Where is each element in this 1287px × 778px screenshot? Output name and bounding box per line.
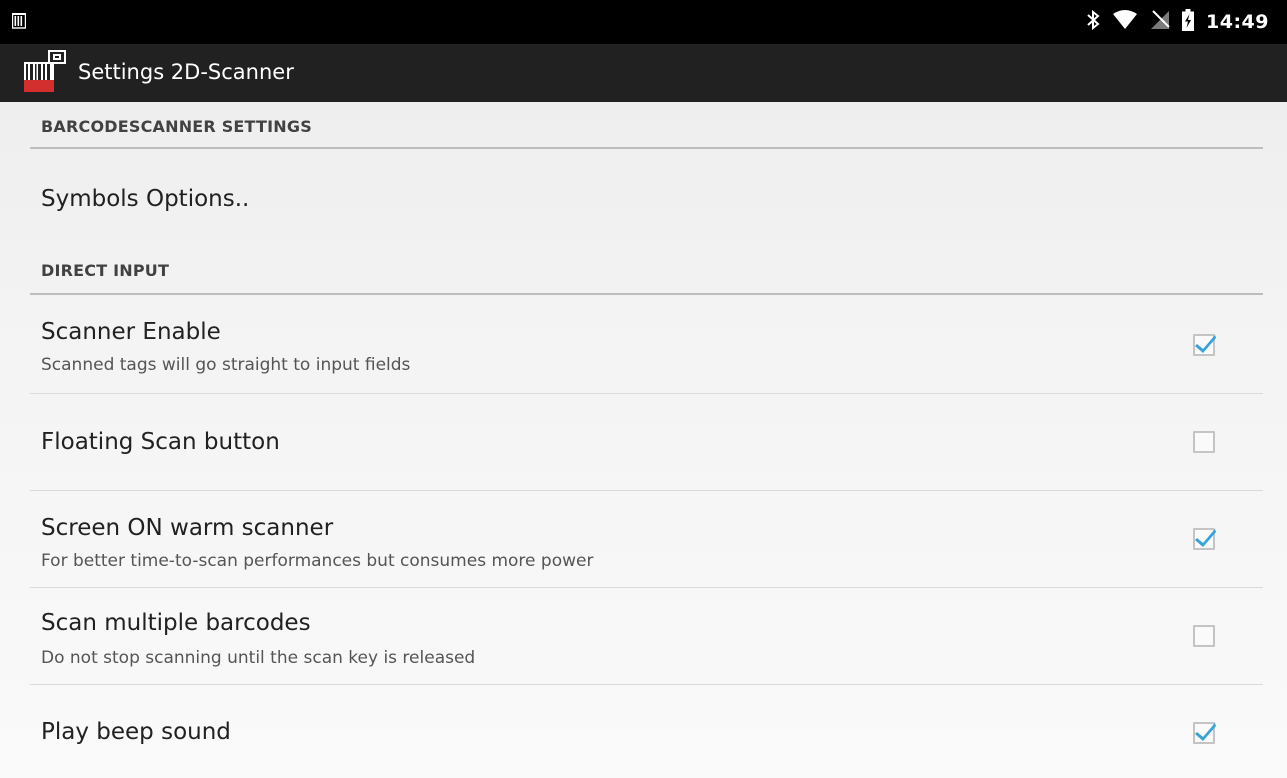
checkmark-icon bbox=[1195, 335, 1216, 353]
barcode-scanner-app-icon bbox=[24, 50, 72, 94]
app-title: Settings 2D-Scanner bbox=[78, 60, 294, 84]
category-header: DIRECT INPUT bbox=[41, 261, 170, 280]
status-icons: 14:49 bbox=[1086, 0, 1269, 44]
symbols-options-item[interactable]: Symbols Options.. bbox=[30, 149, 1263, 252]
pref-title: Play beep sound bbox=[41, 719, 231, 745]
action-bar: Settings 2D-Scanner bbox=[0, 44, 1287, 102]
pref-screen-on-warm-scanner[interactable]: Screen ON warm scanner For better time-t… bbox=[30, 491, 1263, 588]
pref-scan-multiple-barcodes[interactable]: Scan multiple barcodes Do not stop scann… bbox=[30, 588, 1263, 685]
notification-icon bbox=[11, 13, 27, 29]
wifi-icon bbox=[1112, 10, 1138, 34]
scanner-enable-checkbox[interactable] bbox=[1193, 334, 1216, 356]
category-direct-input: DIRECT INPUT bbox=[30, 252, 1263, 295]
pref-floating-scan-button[interactable]: Floating Scan button bbox=[30, 394, 1263, 491]
scan-multiple-barcodes-checkbox[interactable] bbox=[1193, 625, 1215, 647]
pref-summary: For better time-to-scan performances but… bbox=[41, 551, 594, 571]
checkmark-icon bbox=[1195, 723, 1216, 741]
pref-play-beep-sound[interactable]: Play beep sound bbox=[30, 685, 1263, 778]
battery-charging-icon bbox=[1182, 9, 1195, 35]
status-time: 14:49 bbox=[1206, 11, 1269, 33]
pref-title: Scan multiple barcodes bbox=[41, 610, 311, 636]
pref-title: Floating Scan button bbox=[41, 429, 280, 455]
bluetooth-icon bbox=[1086, 9, 1100, 34]
screen-on-warm-scanner-checkbox[interactable] bbox=[1193, 528, 1216, 550]
checkmark-icon bbox=[1195, 529, 1216, 547]
pref-title: Scanner Enable bbox=[41, 319, 221, 345]
floating-scan-button-checkbox[interactable] bbox=[1193, 431, 1215, 453]
pref-summary: Do not stop scanning until the scan key … bbox=[41, 648, 476, 668]
pref-title: Screen ON warm scanner bbox=[41, 515, 334, 541]
status-bar: 14:49 bbox=[0, 0, 1287, 44]
preferences-list: BARCODESCANNER SETTINGS Symbols Options.… bbox=[0, 102, 1287, 778]
pref-scanner-enable[interactable]: Scanner Enable Scanned tags will go stra… bbox=[30, 295, 1263, 394]
category-header: BARCODESCANNER SETTINGS bbox=[41, 117, 312, 136]
pref-title: Symbols Options.. bbox=[41, 186, 250, 212]
category-barcodescanner-settings: BARCODESCANNER SETTINGS bbox=[30, 102, 1263, 149]
play-beep-sound-checkbox[interactable] bbox=[1193, 722, 1216, 744]
pref-summary: Scanned tags will go straight to input f… bbox=[41, 355, 411, 375]
no-signal-icon bbox=[1150, 10, 1170, 34]
